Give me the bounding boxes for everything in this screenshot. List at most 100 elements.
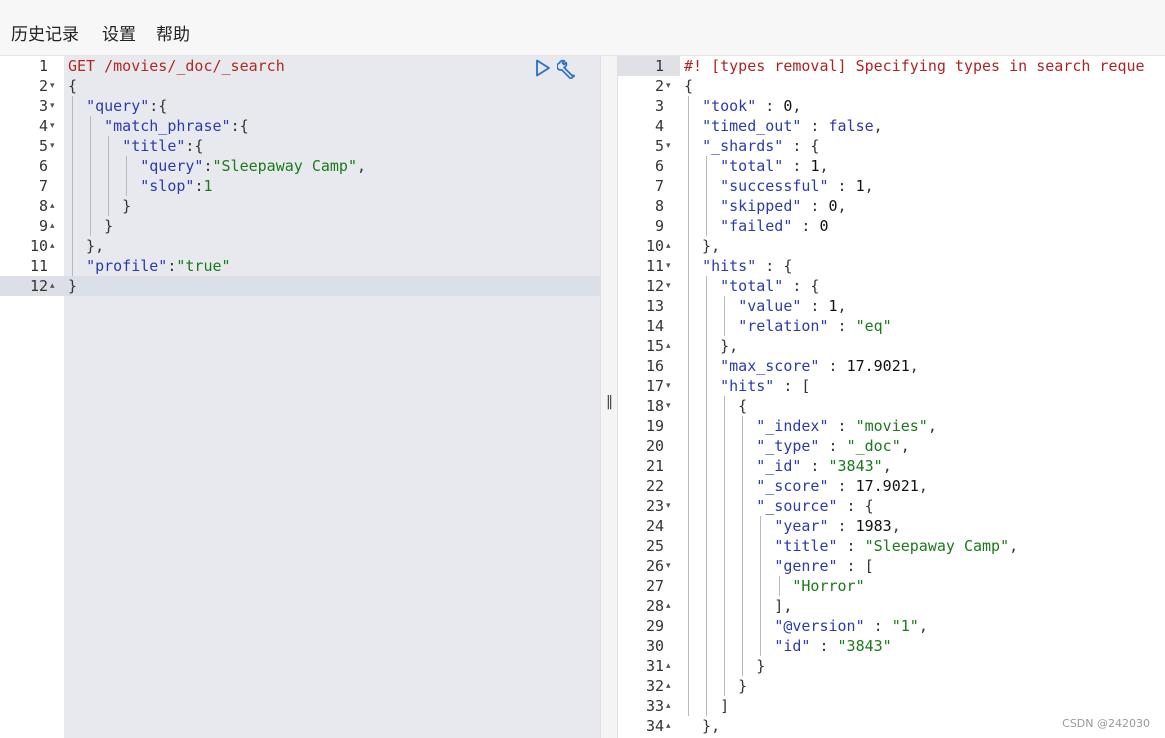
fold-end-icon[interactable]: ▴ xyxy=(666,336,671,356)
fold-end-icon[interactable]: ▴ xyxy=(666,596,671,616)
menu-history[interactable]: 历史记录 xyxy=(11,20,79,45)
line-number: 2 xyxy=(38,77,48,95)
code-token: "true" xyxy=(176,257,231,275)
code-line[interactable]: "timed_out" : false, xyxy=(684,116,883,136)
fold-expanded-icon[interactable]: ▾ xyxy=(50,96,55,116)
code-line[interactable]: "_score" : 17.9021, xyxy=(684,476,928,496)
code-line[interactable]: "successful" : 1, xyxy=(684,176,874,196)
code-line[interactable]: "hits" : [ xyxy=(684,376,810,396)
fold-expanded-icon[interactable]: ▾ xyxy=(50,76,55,96)
request-editor-code[interactable]: GET /movies/_doc/_search{ "query":{ "mat… xyxy=(64,56,600,738)
code-line[interactable]: { xyxy=(68,76,77,96)
line-number: 6 xyxy=(654,157,664,175)
line-number: 28 xyxy=(645,597,664,615)
code-token: "_id" xyxy=(756,457,802,475)
line-number: 1 xyxy=(38,57,48,75)
code-line[interactable]: "_type" : "_doc", xyxy=(684,436,910,456)
code-line[interactable]: "took" : 0, xyxy=(684,96,801,116)
code-line[interactable]: }, xyxy=(68,236,104,256)
fold-expanded-icon[interactable]: ▾ xyxy=(666,136,671,156)
fold-end-icon[interactable]: ▴ xyxy=(50,236,55,256)
fold-end-icon[interactable]: ▴ xyxy=(666,236,671,256)
line-number: 10 xyxy=(645,237,664,255)
code-line[interactable]: } xyxy=(684,676,747,696)
line-number: 4 xyxy=(38,117,48,135)
line-number: 16 xyxy=(645,357,664,375)
pane-splitter[interactable]: ‖ xyxy=(600,56,618,738)
code-token: "hits" xyxy=(702,257,757,275)
response-viewer[interactable]: 1 2 ▾ 3 4 5 ▾ 6 7 8 9 10 ▴ 11 ▾ 12 ▾ 13 14 15 ▴ 16 17 ▾ 18 ▾ 19 20 2… xyxy=(618,56,1165,738)
fold-expanded-icon[interactable]: ▾ xyxy=(50,136,55,156)
code-token: "_score" xyxy=(756,477,829,495)
indent-guide xyxy=(90,116,92,236)
code-token: "title" xyxy=(774,537,838,555)
code-token: "id" xyxy=(774,637,811,655)
fold-expanded-icon[interactable]: ▾ xyxy=(666,396,671,416)
fold-end-icon[interactable]: ▴ xyxy=(666,656,671,676)
code-line[interactable]: "hits" : { xyxy=(684,256,792,276)
code-token: #! [types removal] Specifying types in s… xyxy=(684,57,1145,75)
code-line[interactable]: }, xyxy=(684,336,738,356)
fold-end-icon[interactable]: ▴ xyxy=(50,196,55,216)
code-token: : xyxy=(828,317,856,335)
indent-guide xyxy=(688,96,689,716)
menu-help[interactable]: 帮助 xyxy=(156,20,190,45)
fold-end-icon[interactable]: ▴ xyxy=(50,276,55,296)
fold-end-icon[interactable]: ▴ xyxy=(666,716,671,736)
code-line[interactable]: "profile":"true" xyxy=(68,256,231,276)
code-token: }, xyxy=(68,237,105,255)
code-token: : xyxy=(819,437,847,455)
fold-end-icon[interactable]: ▴ xyxy=(666,676,671,696)
wrench-icon[interactable] xyxy=(557,59,579,79)
code-line[interactable]: "id" : "3843" xyxy=(684,636,891,656)
code-line[interactable]: }, xyxy=(684,236,720,256)
code-line[interactable]: "title" : "Sleepaway Camp", xyxy=(684,536,1018,556)
code-line[interactable]: "relation" : "eq" xyxy=(684,316,892,336)
code-line[interactable]: "total" : { xyxy=(684,276,819,296)
code-line[interactable]: { xyxy=(684,396,747,416)
code-line[interactable]: } xyxy=(68,196,131,216)
code-line[interactable]: "Horror" xyxy=(684,576,864,596)
code-line[interactable]: ], xyxy=(684,596,792,616)
code-line[interactable]: "_source" : { xyxy=(684,496,873,516)
fold-expanded-icon[interactable]: ▾ xyxy=(666,76,671,96)
code-line[interactable]: "max_score" : 17.9021, xyxy=(684,356,919,376)
line-number: 15 xyxy=(645,337,664,355)
fold-expanded-icon[interactable]: ▾ xyxy=(666,376,671,396)
play-icon[interactable] xyxy=(535,59,551,77)
code-token: : xyxy=(864,617,892,635)
code-line[interactable]: "genre" : [ xyxy=(684,556,873,576)
fold-expanded-icon[interactable]: ▾ xyxy=(50,116,55,136)
request-editor[interactable]: 1 2 ▾ 3 ▾ 4 ▾ 5 ▾ 6 7 8 ▴ 9 ▴ 10 ▴ 11 12 ▴ GET /movies/_doc… xyxy=(0,56,600,738)
line-number: 11 xyxy=(29,257,48,275)
response-viewer-code[interactable]: #! [types removal] Specifying types in s… xyxy=(680,56,1165,738)
fold-expanded-icon[interactable]: ▾ xyxy=(666,496,671,516)
code-line[interactable]: "@version" : "1", xyxy=(684,616,928,636)
code-line[interactable]: "year" : 1983, xyxy=(684,516,900,536)
code-line[interactable]: "_shards" : { xyxy=(684,136,819,156)
fold-expanded-icon[interactable]: ▾ xyxy=(666,256,671,276)
code-line[interactable]: "_index" : "movies", xyxy=(684,416,937,436)
code-line[interactable]: } xyxy=(68,276,77,296)
code-line[interactable]: #! [types removal] Specifying types in s… xyxy=(684,56,1145,76)
fold-expanded-icon[interactable]: ▾ xyxy=(666,556,671,576)
fold-end-icon[interactable]: ▴ xyxy=(666,696,671,716)
line-number: 17 xyxy=(645,377,664,395)
code-line[interactable]: "value" : 1, xyxy=(684,296,846,316)
code-line[interactable]: { xyxy=(684,76,693,96)
code-line[interactable]: "skipped" : 0, xyxy=(684,196,846,216)
code-line[interactable]: }, xyxy=(684,716,720,736)
code-line[interactable]: "query":"Sleepaway Camp", xyxy=(68,156,366,176)
code-line[interactable]: "query":{ xyxy=(68,96,167,116)
code-line[interactable]: "match_phrase":{ xyxy=(68,116,249,136)
splitter-grip-icon[interactable]: ‖ xyxy=(606,394,613,410)
fold-end-icon[interactable]: ▴ xyxy=(50,216,55,236)
code-line[interactable]: "title":{ xyxy=(68,136,203,156)
menu-settings[interactable]: 设置 xyxy=(102,20,136,45)
code-line[interactable]: GET /movies/_doc/_search xyxy=(68,56,285,76)
fold-expanded-icon[interactable]: ▾ xyxy=(666,276,671,296)
code-token: , xyxy=(792,97,802,115)
code-line[interactable]: "_id" : "3843", xyxy=(684,456,891,476)
